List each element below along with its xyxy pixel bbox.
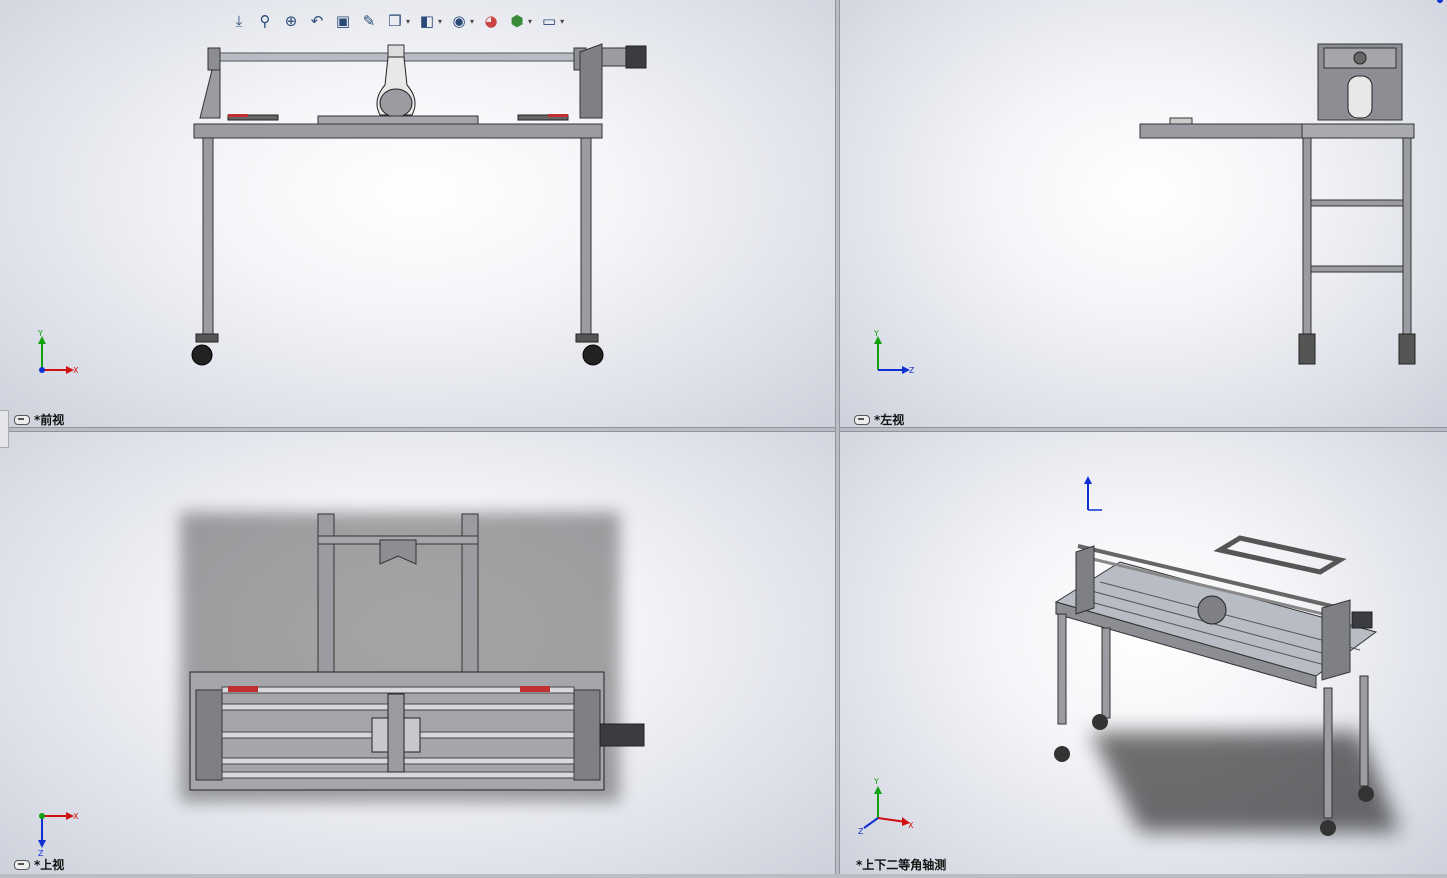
heads-up-view-toolbar: ⤓ ⚲ ⊕ ↶ ▣ ✎ ❒ ▾ ◧ ▾ ◉ ▾ ◕ ⬢ ▾ ▭ ▾ <box>228 10 566 32</box>
edit-appearance-icon[interactable]: ◕ <box>480 10 502 32</box>
zoom-area-icon[interactable]: ⊕ <box>280 10 302 32</box>
triad-isometric: Y X Z <box>858 777 914 836</box>
hide-show-items-icon[interactable]: ◉ <box>448 10 470 32</box>
section-view-icon[interactable]: ▣ <box>332 10 354 32</box>
view-name: *上下二等角轴测 <box>856 858 947 872</box>
view-orient-cube-icon[interactable]: ❒ <box>384 10 406 32</box>
view-settings-icon[interactable]: ▭ <box>538 10 560 32</box>
axis-x-label: X <box>908 821 914 830</box>
link-views-icon[interactable] <box>14 859 30 870</box>
link-views-icon[interactable] <box>14 414 30 425</box>
viewport-label-left[interactable]: *左视 <box>854 411 904 427</box>
triad-top: X Z <box>38 812 79 858</box>
axis-y-label: Y <box>37 329 43 338</box>
apply-scene-icon[interactable]: ⬢ <box>506 10 528 32</box>
axis-x-label: X <box>73 366 79 375</box>
axis-z-label: Z <box>909 366 915 375</box>
viewport-label-front[interactable]: *前视 <box>14 411 64 427</box>
viewport-label-top[interactable]: *上视 <box>14 856 64 873</box>
horizontal-viewport-splitter[interactable] <box>0 427 1447 432</box>
viewport-label-isometric[interactable]: *上下二等角轴测 <box>856 856 946 873</box>
view-name: *前视 <box>34 413 65 427</box>
feature-manager-collapse-handle[interactable] <box>0 410 9 448</box>
triad-left: Y Z <box>873 329 915 375</box>
bottom-border <box>0 874 1447 878</box>
axis-x-label: X <box>73 812 79 821</box>
viewport-top[interactable]: X Z *上视 <box>0 432 835 874</box>
previous-view-icon[interactable]: ↶ <box>306 10 328 32</box>
chevron-down-icon[interactable]: ▾ <box>528 17 532 26</box>
viewport-left[interactable]: Y Z *左视 <box>840 0 1447 427</box>
zoom-to-fit-icon[interactable]: ⚲ <box>254 10 276 32</box>
chevron-down-icon[interactable]: ▾ <box>470 17 474 26</box>
view-name: *左视 <box>874 413 905 427</box>
axis-y-label: Y <box>873 777 879 786</box>
viewport-isometric[interactable]: Y X Z *上下二等角轴测 <box>840 432 1447 874</box>
chevron-down-icon[interactable]: ▾ <box>438 17 442 26</box>
view-name: *上视 <box>34 858 65 872</box>
chevron-down-icon[interactable]: ▾ <box>560 17 564 26</box>
axis-z-label: Z <box>858 827 864 836</box>
chevron-down-icon[interactable]: ▾ <box>406 17 410 26</box>
dynamic-annotation-icon[interactable]: ✎ <box>358 10 380 32</box>
link-views-icon[interactable] <box>854 414 870 425</box>
triad-front: Y X <box>37 329 79 375</box>
display-style-icon[interactable]: ◧ <box>416 10 438 32</box>
viewport-front[interactable]: Y X *前视 ⤓ ⚲ ⊕ ↶ ▣ ✎ ❒ ▾ ◧ ▾ ◉ ▾ ◕ ⬢ ▾ ▭ ▾ <box>0 0 835 427</box>
view-orientation-icon[interactable]: ⤓ <box>228 10 250 32</box>
axis-y-label: Y <box>873 329 879 338</box>
vertical-viewport-splitter[interactable] <box>835 0 840 878</box>
